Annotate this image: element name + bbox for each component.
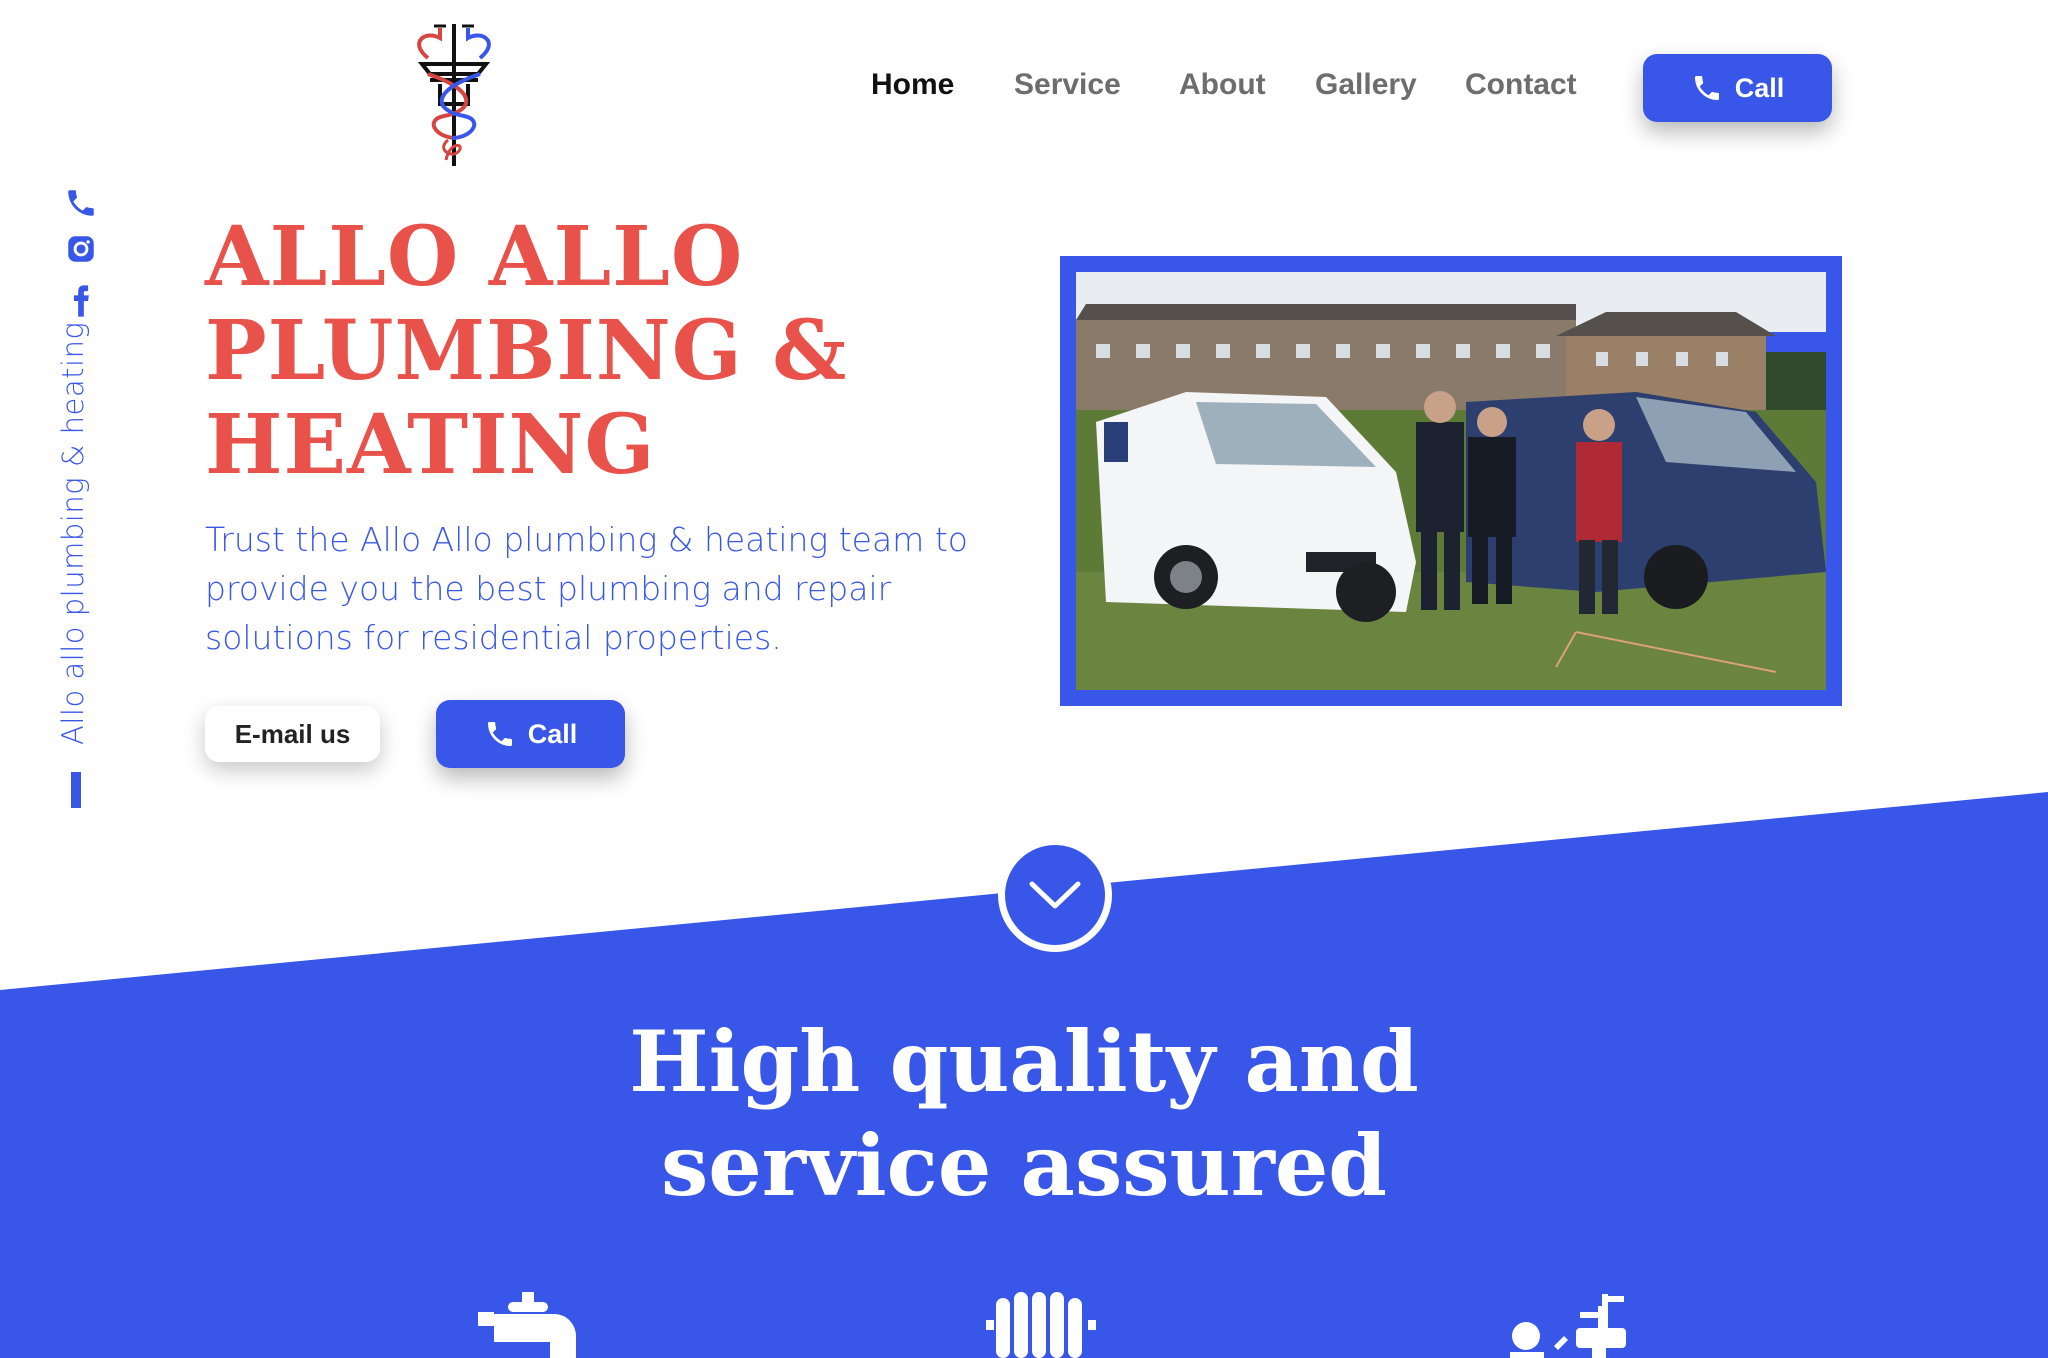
hero-description: Trust the Allo Allo plumbing & heating t… [205,520,968,657]
nav-gallery[interactable]: Gallery [1315,68,1417,102]
section-title-line: High quality and [629,1012,1419,1111]
header-call-label: Call [1734,72,1785,103]
hero-call-label: Call [527,718,578,749]
nav-contact[interactable]: Contact [1465,68,1577,102]
team-vans-photo [1076,272,1826,690]
email-us-button[interactable]: E-mail us [205,706,380,762]
nav-service[interactable]: Service [1014,68,1121,102]
hero-title: ALLO ALLO PLUMBING & HEATING [205,210,965,492]
hero-title-line: PLUMBING & [205,303,848,399]
side-vertical-text: Allo allo plumbing & heating [56,321,90,745]
plumber-icon [1504,1292,1630,1358]
header-call-button[interactable]: Call [1643,54,1832,122]
phone-icon [1694,76,1719,100]
hero-photo-frame [1060,256,1842,706]
hero-title-line: ALLO ALLO [205,209,744,305]
nav-about[interactable]: About [1179,68,1266,102]
phone-icon [487,722,512,746]
phone-icon [68,190,94,216]
side-accent-bar [71,772,81,808]
radiator-icon [984,1292,1098,1358]
hero-title-line: HEATING [205,397,656,493]
scroll-down-button[interactable] [998,838,1112,952]
site-logo[interactable] [406,20,502,170]
instagram-icon [68,236,94,262]
side-instagram-link[interactable] [64,232,98,266]
hero-call-button[interactable]: Call [436,700,625,768]
side-phone-link[interactable] [64,186,98,220]
chevron-down-icon [1029,881,1081,909]
tap-icon [478,1292,582,1358]
section-title-line: service assured [660,1116,1388,1215]
nav-home[interactable]: Home [871,68,954,102]
section-title: High quality and service assured [0,1010,2048,1218]
facebook-icon [73,285,89,317]
side-facebook-link[interactable] [64,284,98,318]
